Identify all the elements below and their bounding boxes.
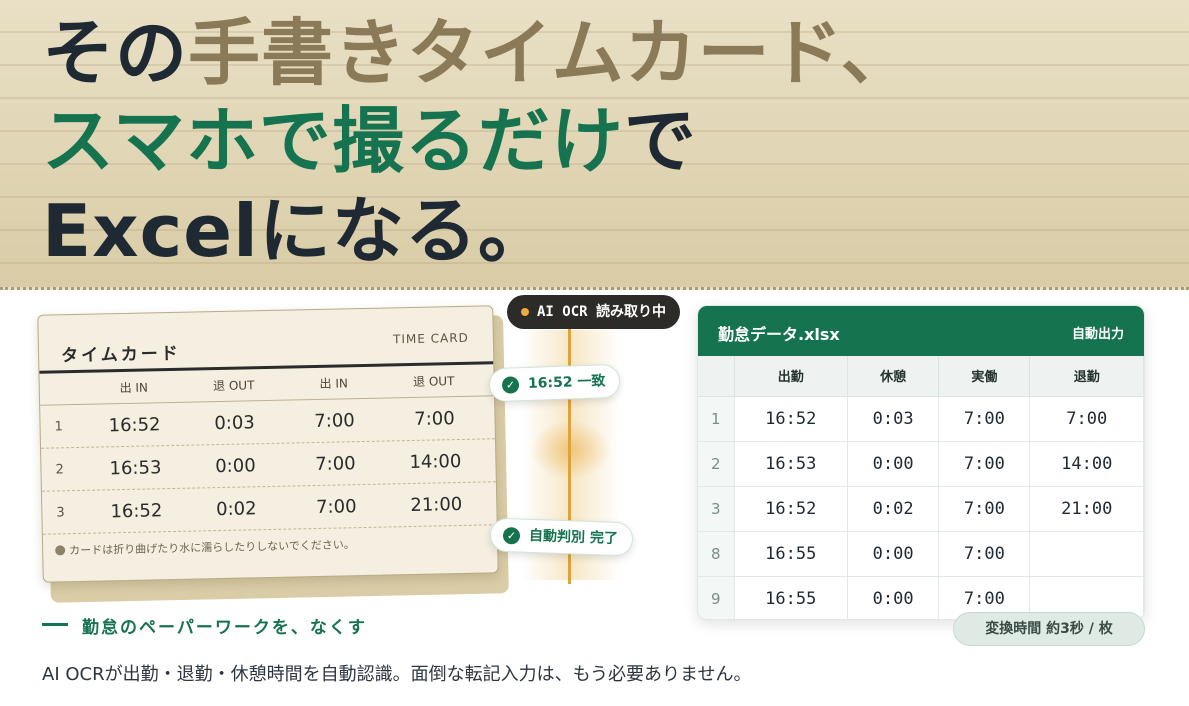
cell bbox=[1029, 531, 1144, 577]
table-row: 8 16:55 0:00 7:00 bbox=[698, 531, 1144, 577]
cell: 0:02 bbox=[847, 486, 940, 532]
column-header: 休憩 bbox=[847, 356, 940, 397]
match-chip: ✓ 16:52 一致 bbox=[488, 363, 621, 403]
cell: 0:00 bbox=[847, 441, 940, 487]
column-header: 実働 bbox=[938, 356, 1031, 397]
sheet-header: 勤怠データ.xlsx 自動出力 bbox=[698, 306, 1144, 356]
headline-line-2: スマホで撮るだけで bbox=[42, 98, 697, 184]
column-header: 退 OUT bbox=[412, 374, 455, 389]
cell: 0:00 bbox=[847, 531, 940, 577]
cell: 7:00 bbox=[938, 396, 1031, 442]
cell: 0:00 bbox=[847, 576, 940, 619]
done-chip-text: 自動判別 完了 bbox=[528, 527, 619, 547]
column-header: 出 IN bbox=[119, 380, 149, 396]
time-value: 21:00 bbox=[410, 493, 463, 516]
cell: 16:55 bbox=[734, 576, 848, 619]
hero-banner: その手書きタイムカード、 スマホで撮るだけで Excelになる。 bbox=[0, 0, 1189, 290]
time-card-subtitle: TIME CARD bbox=[392, 330, 469, 347]
status-dot-icon bbox=[521, 308, 529, 316]
excel-sheet-panel: 勤怠データ.xlsx 自動出力 出勤 休憩 実働 退勤 1 16:52 0:03… bbox=[697, 305, 1145, 620]
cell: 16:52 bbox=[734, 486, 848, 532]
time-card: タイムカード TIME CARD 出 IN 退 OUT 出 IN 退 OUT 1… bbox=[37, 305, 499, 583]
row-number: 9 bbox=[698, 576, 735, 619]
row-number: 2 bbox=[55, 461, 64, 477]
time-value: 7:00 bbox=[314, 409, 355, 432]
headline-dark-text: その bbox=[42, 11, 189, 95]
row-number: 3 bbox=[56, 504, 65, 520]
time-value: 16:52 bbox=[108, 413, 161, 436]
description-text: AI OCRが出勤・退勤・休憩時間を自動認識。面倒な転記入力は、もう必要ありませ… bbox=[42, 664, 752, 685]
row-header-corner bbox=[698, 356, 735, 397]
column-header: 出勤 bbox=[734, 356, 848, 397]
cell: 16:52 bbox=[734, 396, 848, 442]
time-value: 16:53 bbox=[109, 456, 162, 479]
row-number: 8 bbox=[698, 531, 735, 577]
headline-dark-text-2: で bbox=[623, 99, 697, 183]
headline-line-1: その手書きタイムカード、 bbox=[42, 10, 914, 96]
cell: 7:00 bbox=[938, 486, 1031, 532]
row-number: 1 bbox=[54, 418, 64, 434]
sheet-filename: 勤怠データ.xlsx bbox=[718, 325, 840, 344]
check-circle-icon: ✓ bbox=[502, 526, 521, 545]
table-row: 3 16:52 0:02 7:00 21:00 bbox=[698, 486, 1144, 532]
time-value: 0:02 bbox=[215, 497, 257, 520]
row-number: 1 bbox=[698, 396, 735, 442]
cell: 7:00 bbox=[938, 531, 1031, 577]
headline-green-text: スマホで撮るだけ bbox=[42, 99, 624, 183]
cell: 0:03 bbox=[847, 396, 940, 442]
cell: 21:00 bbox=[1029, 486, 1144, 532]
cell: 7:00 bbox=[1029, 396, 1144, 442]
time-value: 16:52 bbox=[110, 499, 163, 522]
time-value: 0:03 bbox=[214, 411, 255, 434]
row-number: 3 bbox=[698, 486, 735, 532]
time-value: 14:00 bbox=[409, 450, 462, 473]
headline-muted-text: 手書きタイムカード、 bbox=[188, 11, 914, 95]
row-number: 2 bbox=[698, 441, 735, 487]
ocr-status-text: AI OCR 読み取り中 bbox=[537, 304, 667, 320]
match-chip-text: 16:52 一致 bbox=[527, 373, 606, 392]
tagline: 勤怠のペーパーワークを、なくす bbox=[42, 613, 367, 638]
time-value: 7:00 bbox=[314, 452, 356, 475]
sheet-table: 出勤 休憩 実働 退勤 1 16:52 0:03 7:00 7:00 2 16:… bbox=[698, 356, 1144, 619]
cell: 16:55 bbox=[734, 531, 848, 577]
column-header: 退 OUT bbox=[212, 378, 255, 394]
table-row: 2 16:53 0:00 7:00 14:00 bbox=[698, 441, 1144, 487]
time-card-title: タイムカード bbox=[60, 343, 181, 367]
done-chip: ✓ 自動判別 完了 bbox=[489, 517, 634, 557]
column-header: 出 IN bbox=[319, 376, 349, 391]
column-header: 退勤 bbox=[1029, 356, 1144, 397]
time-value: 7:00 bbox=[414, 407, 455, 430]
conversion-time-badge: 変換時間 約3秒 / 枚 bbox=[953, 612, 1145, 646]
cell: 16:53 bbox=[734, 441, 848, 487]
time-value: 0:00 bbox=[215, 454, 256, 477]
check-circle-icon: ✓ bbox=[501, 376, 520, 394]
cell: 14:00 bbox=[1029, 441, 1144, 487]
auto-output-label: 自動出力 bbox=[1071, 327, 1124, 342]
cell: 7:00 bbox=[938, 441, 1031, 487]
table-row: 1 16:52 0:03 7:00 7:00 bbox=[698, 396, 1144, 442]
ocr-status-pill: AI OCR 読み取り中 bbox=[507, 295, 681, 329]
time-card-header: タイムカード TIME CARD bbox=[38, 306, 494, 374]
headline-line-3: Excelになる。 bbox=[42, 189, 551, 273]
time-value: 7:00 bbox=[315, 495, 357, 518]
